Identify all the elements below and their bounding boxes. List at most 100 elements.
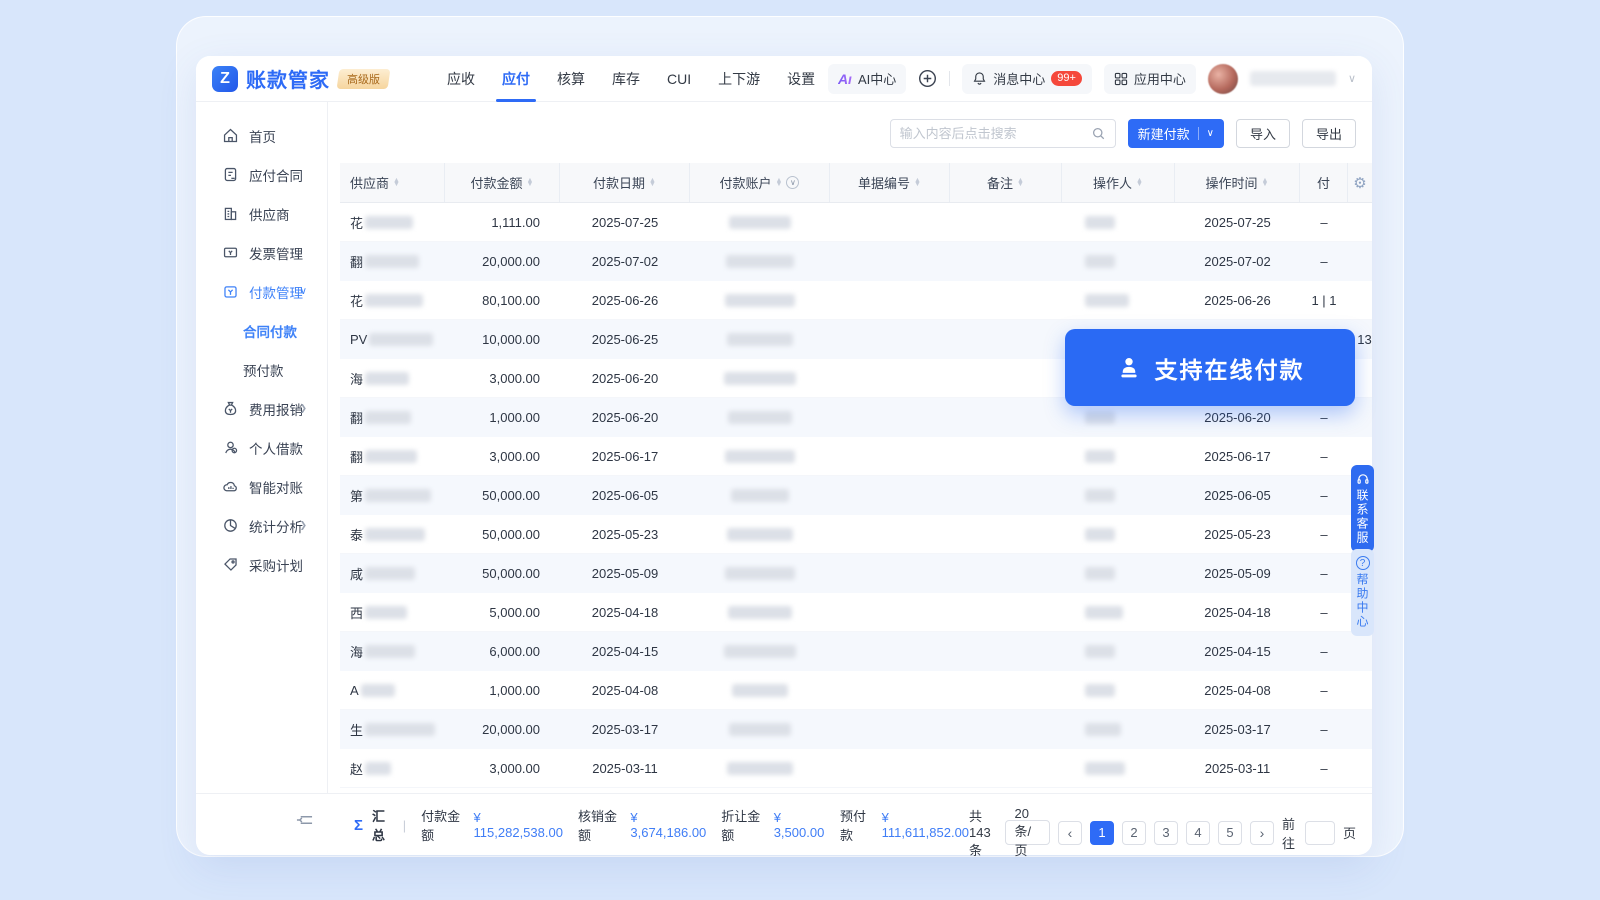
sidebar-item-expense[interactable]: 费用报销 [196, 389, 327, 428]
redacted-account [728, 411, 792, 424]
username-redacted [1250, 71, 1336, 86]
table-row[interactable]: 生 20,000.00 2025-03-17 2025-03-17 – [340, 710, 1372, 749]
table-body: 花 1,111.00 2025-07-25 2025-07-25 – 翻 20,… [340, 203, 1372, 788]
nav-receivable[interactable]: 应收 [447, 56, 475, 102]
table-row[interactable]: 西 5,000.00 2025-04-18 2025-04-18 – [340, 593, 1372, 632]
add-icon[interactable] [918, 69, 937, 88]
nav-inventory[interactable]: 库存 [612, 56, 640, 102]
sort-icon[interactable]: ▲▼ [1262, 179, 1269, 187]
table-row[interactable]: 翻 3,000.00 2025-06-17 2025-06-17 – [340, 437, 1372, 476]
collapse-summary-icon[interactable] [296, 814, 313, 826]
search-input[interactable] [900, 126, 1085, 141]
col-truncated[interactable]: 付 [1300, 163, 1348, 202]
operation-time: 2025-07-25 [1175, 203, 1300, 241]
next-page-button[interactable] [1250, 821, 1274, 845]
search-icon[interactable] [1091, 126, 1106, 141]
col-amount[interactable]: 付款金额▲▼ [445, 163, 560, 202]
sidebar-item-smart-reconcile[interactable]: 智能对账 [196, 467, 327, 506]
payment-date: 2025-06-05 [560, 476, 690, 515]
summary-label: 预付款 [840, 806, 873, 844]
sort-icon[interactable]: ▲▼ [393, 179, 400, 187]
sort-icon[interactable]: ▲▼ [914, 179, 921, 187]
redacted-operator [1085, 684, 1115, 697]
sidebar-item-statistics[interactable]: 统计分析 [196, 506, 327, 545]
col-date[interactable]: 付款日期 ▲▼ [560, 163, 690, 202]
nav-updown-stream[interactable]: 上下游 [718, 56, 760, 102]
operation-time: 2025-06-26 [1175, 281, 1300, 319]
col-label: 付款日期 [593, 173, 645, 192]
avatar[interactable] [1208, 64, 1238, 94]
table-row[interactable]: 咸 50,000.00 2025-05-09 2025-05-09 – [340, 554, 1372, 593]
sidebar-item-personal-loan[interactable]: 个人借款 [196, 428, 327, 467]
supplier-name: 花 [350, 291, 363, 310]
sort-icon[interactable]: ▲▼ [649, 179, 656, 187]
invoice-icon [222, 244, 239, 261]
page-size-select[interactable]: 20条/页 [1005, 820, 1050, 845]
ai-center-button[interactable]: AI中心 [828, 64, 906, 94]
col-operator[interactable]: 操作人 ▲▼ [1062, 163, 1175, 202]
operation-time: 2025-06-05 [1175, 476, 1300, 515]
table-row[interactable]: 花 80,100.00 2025-06-26 2025-06-26 1 | 1 [340, 281, 1372, 320]
page-button-3[interactable]: 3 [1154, 821, 1178, 845]
nav-payable[interactable]: 应付 [502, 56, 530, 102]
payment-icon [222, 283, 239, 300]
new-payment-button[interactable]: 新建付款 ∨ [1128, 119, 1224, 148]
nav-accounting[interactable]: 核算 [557, 56, 585, 102]
sort-icon[interactable]: ▲▼ [1136, 179, 1143, 187]
page-button-5[interactable]: 5 [1218, 821, 1242, 845]
sidebar-item-invoice[interactable]: 发票管理 [196, 233, 327, 272]
col-account[interactable]: 付款账户▲▼ [690, 163, 830, 202]
contact-service-button[interactable]: 联系客服 [1351, 465, 1374, 552]
table-row[interactable]: 海 6,000.00 2025-04-15 2025-04-15 – [340, 632, 1372, 671]
col-operation-time[interactable]: 操作时间▲▼ [1175, 163, 1300, 202]
sidebar-item-purchase-plan[interactable]: 采购计划 [196, 545, 327, 584]
import-button[interactable]: 导入 [1236, 119, 1290, 148]
sidebar-item-payable-contract[interactable]: 应付合同 [196, 155, 327, 194]
nav-cui[interactable]: CUI [667, 56, 691, 102]
col-label: 操作人 [1093, 173, 1132, 192]
payment-amount: 10,000.00 [445, 320, 560, 359]
sort-icon[interactable]: ▲▼ [1017, 179, 1024, 187]
col-note[interactable]: 备注▲▼ [950, 163, 1062, 202]
online-payment-banner[interactable]: 支持在线付款 [1065, 329, 1355, 406]
goto-page-input[interactable] [1305, 821, 1335, 845]
table-row[interactable]: 花 1,111.00 2025-07-25 2025-07-25 – [340, 203, 1372, 242]
table-row[interactable]: A 1,000.00 2025-04-08 2025-04-08 – [340, 671, 1372, 710]
redacted-account [725, 294, 795, 307]
table-row[interactable]: 第 50,000.00 2025-06-05 2025-06-05 – [340, 476, 1372, 515]
export-button[interactable]: 导出 [1302, 119, 1356, 148]
sidebar-item-contract-payment[interactable]: 合同付款 [196, 311, 327, 350]
summary-label: 付款金额 [421, 806, 464, 844]
col-supplier[interactable]: 供应商▲▼ [340, 163, 445, 202]
table-row[interactable]: 翻 20,000.00 2025-07-02 2025-07-02 – [340, 242, 1372, 281]
sidebar-item-home[interactable]: 首页 [196, 116, 327, 155]
extra-value: – [1300, 593, 1348, 631]
help-center-button[interactable]: 帮助中心 [1351, 549, 1374, 636]
message-center-button[interactable]: 消息中心 99+ [962, 64, 1092, 94]
summary-label: 核销金额 [578, 806, 621, 844]
filter-icon[interactable] [786, 176, 799, 189]
app-center-button[interactable]: 应用中心 [1104, 64, 1196, 94]
redacted-supplier [365, 450, 417, 463]
sort-icon[interactable]: ▲▼ [527, 179, 534, 187]
table-row[interactable]: 泰 50,000.00 2025-05-23 2025-05-23 – [340, 515, 1372, 554]
col-doc-number[interactable]: 单据编号▲▼ [830, 163, 950, 202]
sort-icon[interactable]: ▲▼ [776, 179, 783, 187]
chevron-down-icon[interactable] [1348, 72, 1356, 85]
page-button-1[interactable]: 1 [1090, 821, 1114, 845]
nav-settings[interactable]: 设置 [787, 56, 815, 102]
table-row[interactable]: 赵 3,000.00 2025-03-11 2025-03-11 – [340, 749, 1372, 788]
search-box [890, 119, 1116, 148]
page-button-4[interactable]: 4 [1186, 821, 1210, 845]
prev-page-button[interactable] [1058, 821, 1082, 845]
gear-icon[interactable] [1353, 174, 1366, 192]
app-window: Z 账款管家 高级版 应收 应付 核算 库存 CUI 上下游 设置 AI中心 [196, 56, 1372, 855]
operation-time: 2025-04-08 [1175, 671, 1300, 709]
sidebar-item-prepayment[interactable]: 预付款 [196, 350, 327, 389]
stamp-icon [1116, 355, 1142, 381]
redacted-operator [1085, 216, 1115, 229]
page-button-2[interactable]: 2 [1122, 821, 1146, 845]
sidebar-label: 预付款 [243, 360, 284, 380]
sidebar-item-supplier[interactable]: 供应商 [196, 194, 327, 233]
sidebar-item-payment-management[interactable]: 付款管理 [196, 272, 327, 311]
